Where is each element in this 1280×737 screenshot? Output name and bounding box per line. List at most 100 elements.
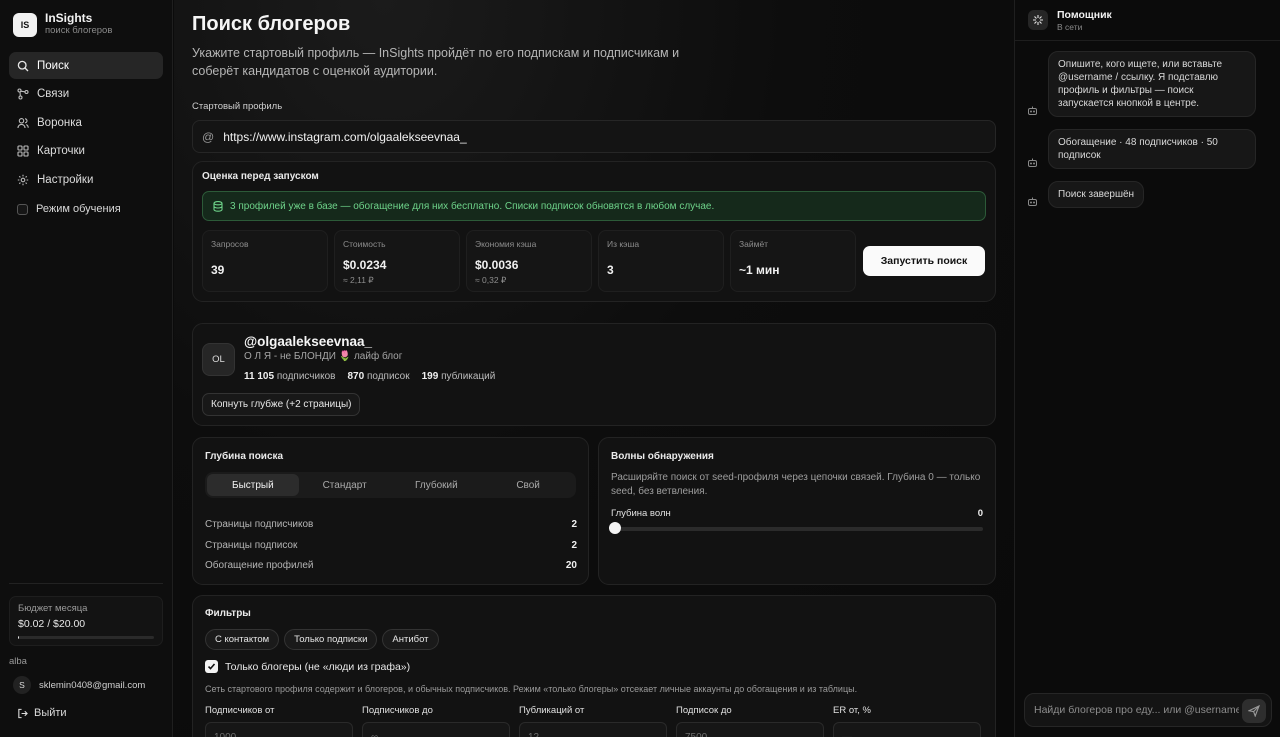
- slider-handle[interactable]: [609, 522, 621, 534]
- search-icon: [17, 60, 29, 71]
- assistant-status: В сети: [1057, 21, 1083, 32]
- depth-option-standard[interactable]: Стандарт: [299, 474, 391, 496]
- learning-mode-checkbox[interactable]: [17, 203, 28, 215]
- estimate-stats: Запросов 39 Стоимость $0.0234 ≈ 2,11 ₽ Э…: [202, 230, 856, 292]
- user-account[interactable]: S sklemin0408@gmail.com: [13, 676, 145, 694]
- stat-label: Экономия кэша: [475, 239, 537, 249]
- field-label: Подписок до: [676, 705, 732, 716]
- stat-label: Запросов: [211, 239, 249, 249]
- brand-name: InSights: [45, 11, 93, 25]
- main-content: Поиск блогеров Укажите стартовый профиль…: [174, 0, 1014, 737]
- field-label: Публикаций от: [519, 705, 585, 716]
- sidebar-item-label: Карточки: [37, 145, 85, 157]
- sidebar-item-label: Связи: [37, 88, 70, 100]
- stat-from-cache: Из кэша 3: [598, 230, 724, 292]
- sidebar-nav: Поиск Связи Воронка Карточки Настройки: [9, 52, 163, 193]
- profile-bio: О Л Я - не БЛОНДИ 🌷 лайф блог: [244, 351, 403, 362]
- followers-to-input[interactable]: ∞: [362, 722, 510, 737]
- posts-from-input[interactable]: 12: [519, 722, 667, 737]
- depth-row-following-pages: Страницы подписок 2: [205, 540, 577, 551]
- estimate-panel: Оценка перед запуском 3 профилей уже в б…: [192, 161, 996, 302]
- waves-depth-value: 0: [977, 508, 983, 519]
- only-bloggers-checkbox[interactable]: [205, 660, 218, 673]
- field-label: ER от, %: [833, 705, 871, 716]
- field-following-to: Подписок до 7500: [676, 705, 824, 737]
- chat-composer: [1024, 693, 1272, 727]
- depth-row-follower-pages: Страницы подписчиков 2: [205, 519, 577, 530]
- sidebar-item-search[interactable]: Поиск: [9, 52, 163, 79]
- brand-subtitle: поиск блогеров: [45, 25, 113, 36]
- page-description: Укажите стартовый профиль — InSights про…: [192, 46, 680, 78]
- waves-depth-label: Глубина волн: [611, 508, 671, 519]
- stat-label: Займёт: [739, 239, 769, 249]
- assistant-message: Обогащение · 48 подписчиков · 50 подписо…: [1048, 129, 1256, 169]
- chat-input[interactable]: [1034, 704, 1239, 716]
- following-to-input[interactable]: 7500: [676, 722, 824, 737]
- chip-with-contact[interactable]: С контактом: [205, 629, 280, 650]
- sidebar-item-links[interactable]: Связи: [9, 81, 163, 108]
- only-bloggers-option[interactable]: Только блогеры (не «люди из графа»): [205, 660, 410, 673]
- sidebar-item-label: Воронка: [37, 116, 82, 129]
- check-icon: [207, 663, 216, 670]
- depth-option-deep[interactable]: Глубокий: [391, 474, 483, 496]
- stat-label: Из кэша: [607, 239, 640, 249]
- profile-avatar: OL: [202, 343, 235, 376]
- chip-antibot[interactable]: Антибот: [382, 629, 439, 650]
- budget-value: $0.02 / $20.00: [18, 618, 86, 630]
- field-er-from: ER от, % —: [833, 705, 981, 737]
- stat-sub: ≈ 2,11 ₽: [343, 275, 374, 285]
- chip-only-following[interactable]: Только подписки: [284, 629, 378, 650]
- depth-row-enrichment: Обогащение профилей 20: [205, 560, 577, 571]
- logout-label: Выйти: [34, 707, 67, 719]
- assistant-message: Поиск завершён: [1048, 181, 1145, 208]
- search-depth-panel: Глубина поиска Быстрый Стандарт Глубокий…: [192, 437, 589, 585]
- brand-logo: IS: [13, 12, 37, 37]
- waves-title: Волны обнаружения: [611, 451, 714, 462]
- assistant-message: Опишите, кого ищете, или вставьте @usern…: [1048, 51, 1256, 117]
- avatar: S: [13, 676, 31, 694]
- logout-button[interactable]: Выйти: [17, 707, 67, 719]
- learning-mode-toggle[interactable]: Режим обучения: [9, 203, 163, 215]
- send-button[interactable]: [1242, 699, 1266, 723]
- waves-depth-slider[interactable]: [609, 522, 983, 534]
- following-count: 870 подписок: [347, 371, 410, 382]
- sidebar: IS InSights поиск блогеров Поиск Связи В…: [0, 0, 173, 737]
- assistant-title: Помощник: [1057, 8, 1112, 21]
- er-from-input[interactable]: —: [833, 722, 981, 737]
- start-profile-field[interactable]: @: [192, 120, 996, 153]
- depth-option-fast[interactable]: Быстрый: [207, 474, 299, 496]
- cache-alert-text: 3 профилей уже в базе — обогащение для н…: [230, 200, 715, 212]
- field-label: Подписчиков до: [362, 705, 433, 716]
- budget-progress-bar: [18, 636, 154, 639]
- budget-card: Бюджет месяца $0.02 / $20.00: [9, 596, 163, 646]
- stat-value: 39: [211, 263, 225, 277]
- bot-icon: [1028, 106, 1037, 115]
- gear-icon: [17, 174, 29, 185]
- sidebar-item-label: Настройки: [37, 173, 94, 186]
- app-window: IS InSights поиск блогеров Поиск Связи В…: [0, 0, 1280, 737]
- sparkle-icon: [1028, 10, 1048, 30]
- sidebar-item-funnel[interactable]: Воронка: [9, 109, 163, 136]
- workspace-name: alba: [9, 656, 27, 667]
- waves-description: Расширяйте поиск от seed-профиля через ц…: [611, 472, 981, 497]
- dig-deeper-button[interactable]: Копнуть глубже (+2 страницы): [202, 393, 361, 416]
- sidebar-item-cards[interactable]: Карточки: [9, 138, 163, 165]
- depth-option-custom[interactable]: Свой: [482, 474, 574, 496]
- sidebar-item-settings[interactable]: Настройки: [9, 166, 163, 193]
- waves-depth-row: Глубина волн 0: [611, 508, 983, 519]
- field-followers-from: Подписчиков от 1000: [205, 705, 353, 737]
- followers-from-input[interactable]: 1000: [205, 722, 353, 737]
- stat-value: 3: [607, 263, 614, 277]
- start-profile-input[interactable]: [223, 129, 924, 144]
- filters-panel: Фильтры С контактом Только подписки Анти…: [192, 595, 996, 737]
- filter-fields: Подписчиков от 1000 Подписчиков до ∞ Пуб…: [205, 705, 981, 737]
- launch-search-button[interactable]: Запустить поиск: [863, 246, 985, 276]
- sidebar-item-label: Поиск: [37, 59, 69, 72]
- filters-note: Сеть стартового профиля содержит и блоге…: [205, 684, 858, 694]
- stat-cache-savings: Экономия кэша $0.0036 ≈ 0,32 ₽: [466, 230, 592, 292]
- field-followers-to: Подписчиков до ∞: [362, 705, 510, 737]
- assistant-panel: Помощник В сети Опишите, кого ищете, или…: [1014, 0, 1280, 737]
- profile-handle[interactable]: @olgaalekseevnaa_: [244, 334, 372, 349]
- page-title: Поиск блогеров: [192, 13, 351, 35]
- start-profile-label: Стартовый профиль: [192, 101, 283, 112]
